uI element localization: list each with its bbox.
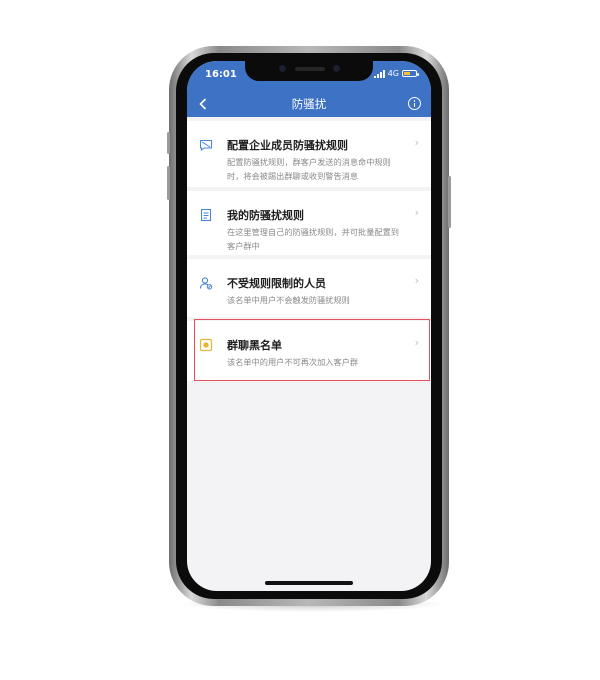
camera-icon	[333, 65, 340, 72]
item-description: 该名单中的用户不可再次加入客户群	[227, 357, 359, 367]
home-indicator	[265, 581, 353, 585]
chevron-left-icon[interactable]	[193, 93, 213, 115]
phone-notch	[245, 61, 373, 81]
chevron-right-icon: ›	[414, 336, 419, 349]
side-button-left-1	[167, 132, 170, 154]
item-description: 配置防骚扰规则，群客户发送的消息命中规则时，将会被踢出群聊或收到警告消息	[227, 157, 391, 181]
chevron-right-icon: ›	[414, 136, 419, 149]
item-title: 我的防骚扰规则	[227, 209, 304, 222]
item-title: 配置企业成员防骚扰规则	[227, 139, 348, 152]
phone-screen: 16:01 4G 防骚扰 配置企业成员防骚扰规则 配置防骚扰规则，群客户发送的消…	[187, 61, 431, 591]
chevron-right-icon: ›	[414, 206, 419, 219]
item-description: 该名单中用户不会触发防骚扰规则	[227, 295, 350, 305]
status-time: 16:01	[205, 69, 237, 80]
battery-icon	[402, 70, 419, 77]
user-exempt-icon	[199, 277, 213, 290]
speaker-icon	[295, 67, 325, 71]
sensor-icon	[279, 65, 286, 72]
status-indicators: 4G	[373, 69, 419, 78]
page-title: 防骚扰	[291, 97, 327, 111]
list-item-my-rules[interactable]: 我的防骚扰规则 在这里管理自己的防骚扰规则，并可批量配置到客户群中 ›	[187, 191, 431, 255]
list-item-configure-rules[interactable]: 配置企业成员防骚扰规则 配置防骚扰规则，群客户发送的消息命中规则时，将会被踢出群…	[187, 121, 431, 187]
signal-icon	[373, 69, 385, 78]
side-button-right	[448, 176, 451, 228]
blacklist-icon	[199, 338, 213, 352]
document-icon	[200, 208, 212, 222]
message-rule-icon	[199, 139, 213, 152]
item-description: 在这里管理自己的防骚扰规则，并可批量配置到客户群中	[227, 227, 399, 251]
nav-bar: 防骚扰	[187, 93, 431, 115]
item-title: 不受规则限制的人员	[227, 277, 326, 290]
info-icon[interactable]	[408, 97, 421, 110]
app-header: 16:01 4G 防骚扰	[187, 61, 431, 117]
list-item-group-blacklist[interactable]: 群聊黑名单 该名单中的用户不可再次加入客户群 ›	[187, 321, 431, 381]
list-item-exempt-users[interactable]: 不受规则限制的人员 该名单中用户不会触发防骚扰规则 ›	[187, 259, 431, 317]
item-title: 群聊黑名单	[227, 339, 282, 352]
network-type: 4G	[387, 69, 399, 78]
chevron-right-icon: ›	[414, 274, 419, 287]
side-button-left-2	[167, 166, 170, 200]
